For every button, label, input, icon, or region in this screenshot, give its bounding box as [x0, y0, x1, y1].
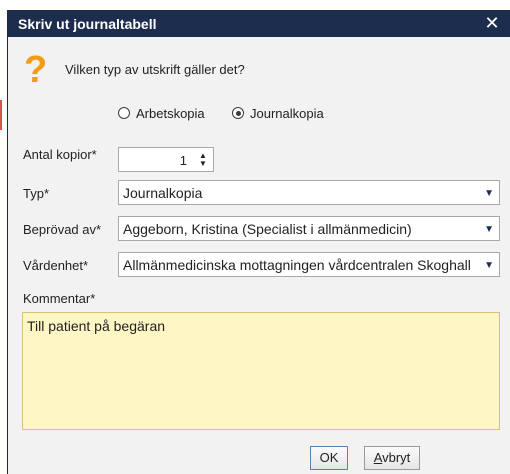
copies-label: Antal kopior*	[23, 147, 97, 162]
dialog-title: Skriv ut journaltabell	[18, 16, 157, 32]
background-strip	[0, 0, 510, 10]
copies-value: 1	[179, 153, 187, 168]
radio-journalkopia[interactable]: Journalkopia	[232, 106, 324, 121]
cancel-button[interactable]: Avbryt	[364, 446, 420, 470]
chevron-down-icon[interactable]: ▼	[484, 260, 494, 271]
title-bar[interactable]: Skriv ut journaltabell ✕	[8, 10, 510, 37]
reviewed-by-value: Aggeborn, Kristina (Specialist i allmänm…	[123, 221, 412, 237]
comment-value: Till patient på begäran	[27, 318, 166, 334]
care-unit-value: Allmänmedicinska mottagningen vårdcentra…	[123, 257, 471, 273]
close-icon[interactable]: ✕	[483, 13, 501, 33]
reviewed-by-label: Beprövad av*	[23, 222, 102, 237]
print-dialog: Skriv ut journaltabell ✕ ? Vilken typ av…	[8, 10, 510, 474]
type-select[interactable]: Journalkopia ▼	[118, 180, 500, 205]
comment-textarea[interactable]: Till patient på begäran	[22, 312, 500, 430]
chevron-down-icon[interactable]: ▼	[484, 188, 494, 199]
radio-arbetskopia[interactable]: Arbetskopia	[118, 106, 205, 121]
radio-checked-icon[interactable]	[232, 107, 244, 119]
cancel-label: vbryt	[382, 450, 411, 465]
radio-label-arbetskopia: Arbetskopia	[136, 106, 205, 121]
comment-label: Kommentar*	[23, 291, 96, 306]
type-label: Typ*	[23, 186, 50, 201]
care-unit-select[interactable]: Allmänmedicinska mottagningen vårdcentra…	[118, 252, 500, 277]
type-value: Journalkopia	[123, 185, 203, 201]
question-icon: ?	[24, 49, 48, 91]
radio-unchecked-icon[interactable]	[118, 107, 130, 119]
prompt-text: Vilken typ av utskrift gäller det?	[65, 62, 245, 77]
stepper-arrows-icon[interactable]: ▲ ▼	[199, 152, 207, 168]
ok-button[interactable]: OK	[310, 446, 348, 470]
background-accent	[0, 100, 2, 130]
care-unit-label: Vårdenhet*	[23, 258, 89, 273]
copies-stepper[interactable]: 1 ▲ ▼	[118, 147, 214, 172]
cancel-mnemonic: A	[373, 450, 383, 465]
reviewed-by-select[interactable]: Aggeborn, Kristina (Specialist i allmänm…	[118, 216, 500, 241]
chevron-down-icon[interactable]: ▼	[484, 224, 494, 235]
radio-label-journalkopia: Journalkopia	[250, 106, 324, 121]
